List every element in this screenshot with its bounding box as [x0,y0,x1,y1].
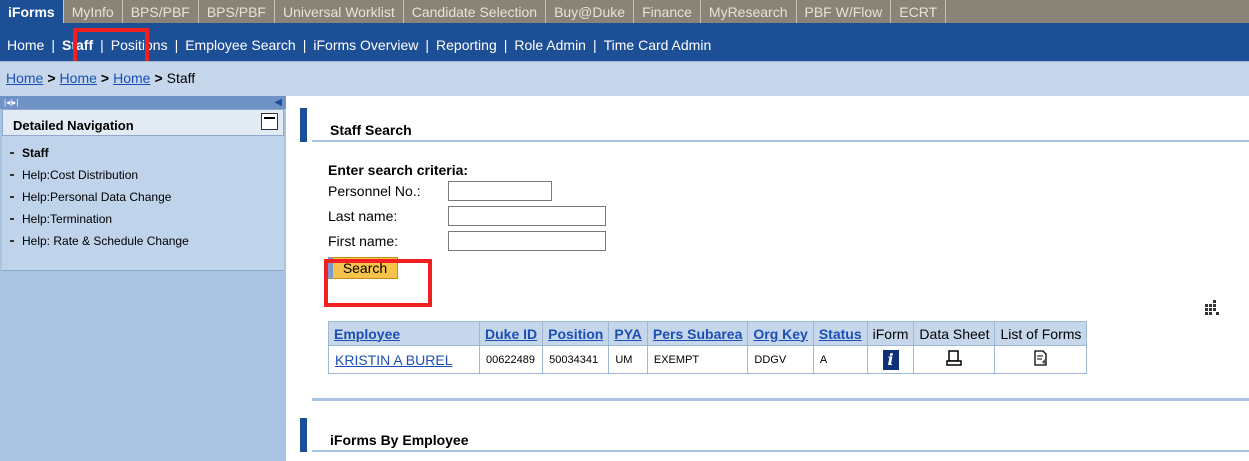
detailed-navigation-title: Detailed Navigation [13,118,134,133]
breadcrumb-home-1[interactable]: Home [6,70,43,86]
iforms-by-employee-header: iForms By Employee [300,418,1249,452]
data-sheet-icon[interactable] [946,350,963,369]
tab-finance[interactable]: Finance [634,0,701,23]
col-pya[interactable]: PYA [608,321,648,346]
col-iform: iForm [866,321,915,346]
data-sheet-cell [913,345,996,374]
section-rule [312,450,1249,452]
col-status[interactable]: Status [812,321,868,346]
pya-cell: UM [608,345,648,374]
col-org-key[interactable]: Org Key [747,321,814,346]
duke-id-cell: 00622489 [478,345,544,374]
breadcrumb-arrow: > [47,70,56,86]
section-divider [312,398,1249,401]
nav-item-help-personal-data-change[interactable]: Help:Personal Data Change [2,186,284,208]
nav-item-label: Help:Cost Distribution [22,168,139,182]
subnav-iforms-overview[interactable]: iForms Overview [306,37,425,53]
subnav-reporting[interactable]: Reporting [429,37,504,53]
last-name-label: Last name: [328,207,398,224]
iform-cell: i [866,345,915,374]
breadcrumb-home-3[interactable]: Home [113,70,150,86]
nav-item-label: Staff [22,146,49,160]
list-of-forms-cell [994,345,1088,374]
nav-item-label: Help:Termination [22,212,113,226]
breadcrumb-home-2[interactable]: Home [60,70,97,86]
personnel-no-row: Personnel No.: [328,178,606,203]
subnav-role-admin[interactable]: Role Admin [507,37,593,53]
nav-item-staff[interactable]: Staff [2,142,284,164]
status-cell: A [812,345,868,374]
staff-search-title: Staff Search [330,122,412,138]
staff-search-header: Staff Search [300,108,1249,142]
results-table-wrapper: Employee Duke ID Position PYA Pers Subar… [328,321,1088,374]
last-name-row: Last name: [328,203,606,228]
results-table: Employee Duke ID Position PYA Pers Subar… [328,321,1088,374]
bullet-icon [10,196,14,198]
first-name-input[interactable] [448,230,606,251]
org-key-cell: DDGV [747,345,814,374]
nav-item-help-cost-distribution[interactable]: Help:Cost Distribution [2,164,284,186]
col-duke-id[interactable]: Duke ID [478,321,544,346]
col-pers-subarea[interactable]: Pers Subarea [646,321,749,346]
detailed-navigation-header: Detailed Navigation [2,109,284,136]
detailed-navigation-panel: |◂|▸| ◀ Detailed Navigation Staff Help:Co… [0,96,286,461]
nav-item-help-rate-schedule-change[interactable]: Help: Rate & Schedule Change [2,230,284,252]
section-accent-bar [300,418,307,452]
tab-universal-worklist[interactable]: Universal Worklist [275,0,404,23]
col-employee[interactable]: Employee [328,321,480,346]
breadcrumb: Home > Home > Home > Staff [0,61,1249,96]
personnel-no-label: Personnel No.: [328,182,421,199]
col-list-of-forms: List of Forms [994,321,1088,346]
breadcrumb-current: Staff [166,70,196,86]
top-tab-bar: iForms MyInfo BPS/PBF BPS/PBF Universal … [0,0,1249,23]
tab-iforms[interactable]: iForms [0,0,64,23]
iforms-by-employee-title: iForms By Employee [330,432,469,448]
table-row: KRISTIN A BUREL 00622489 50034341 UM EXE… [328,345,1088,374]
personnel-no-input[interactable] [448,180,552,201]
table-settings-icon[interactable] [1205,299,1219,318]
section-rule [312,140,1249,142]
table-header-row: Employee Duke ID Position PYA Pers Subar… [328,321,1088,346]
bullet-icon [10,174,14,176]
bullet-icon [10,152,14,154]
bullet-icon [10,240,14,242]
nav-item-label: Help: Rate & Schedule Change [22,234,189,248]
subnav-time-card-admin[interactable]: Time Card Admin [597,37,719,53]
col-data-sheet: Data Sheet [913,321,996,346]
tab-myresearch[interactable]: MyResearch [701,0,797,23]
navigation-list: Staff Help:Cost Distribution Help:Person… [2,136,284,271]
sub-nav-bar: Home | Staff | Positions | Employee Sear… [0,23,1249,61]
tab-bps-pbf-2[interactable]: BPS/PBF [199,0,275,23]
first-name-label: First name: [328,232,399,249]
nav-item-label: Help:Personal Data Change [22,190,172,204]
iform-icon[interactable]: i [882,349,899,370]
bullet-icon [10,218,14,220]
search-criteria-prompt: Enter search criteria: [328,162,469,178]
tab-myinfo[interactable]: MyInfo [64,0,123,23]
breadcrumb-arrow: > [154,70,163,86]
tab-buy-at-duke[interactable]: Buy@Duke [546,0,635,23]
tab-bps-pbf-1[interactable]: BPS/PBF [123,0,199,23]
position-cell: 50034341 [542,345,610,374]
panel-collapse-bar[interactable]: |◂|▸| ◀ [0,96,286,109]
list-of-forms-icon[interactable] [1033,350,1049,369]
col-position[interactable]: Position [542,321,610,346]
subnav-employee-search[interactable]: Employee Search [178,37,303,53]
breadcrumb-arrow: > [100,70,110,86]
first-name-row: First name: [328,228,606,253]
pers-subarea-cell: EXEMPT [646,345,749,374]
subnav-home[interactable]: Home [0,37,51,53]
collapse-arrow-icon[interactable]: ◀ [274,96,282,109]
tab-ecrt[interactable]: ECRT [891,0,947,23]
employee-link[interactable]: KRISTIN A BUREL [328,345,480,374]
minimize-icon[interactable] [261,113,278,130]
last-name-input[interactable] [448,205,606,226]
tab-pbf-wflow[interactable]: PBF W/Flow [797,0,892,23]
nav-item-help-termination[interactable]: Help:Termination [2,208,284,230]
section-accent-bar [300,108,307,142]
tab-candidate-selection[interactable]: Candidate Selection [404,0,547,23]
highlight-search-button [324,259,432,307]
